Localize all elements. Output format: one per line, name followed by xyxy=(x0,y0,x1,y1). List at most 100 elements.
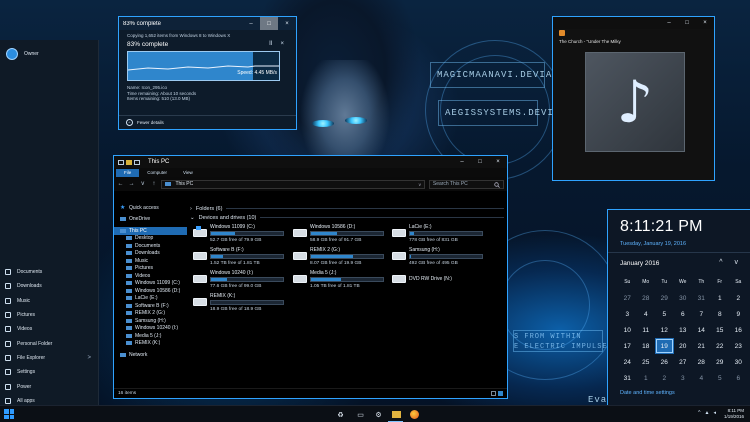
nav-item-desktop[interactable]: Desktop xyxy=(114,235,187,243)
calendar-day[interactable]: 29 xyxy=(711,354,730,370)
nav-item-remix-2-g[interactable]: REMIX 2 (G:) xyxy=(114,310,187,318)
next-month-button[interactable]: v xyxy=(735,259,739,266)
start-item-settings[interactable]: Settings xyxy=(0,365,99,379)
calendar-day[interactable]: 26 xyxy=(655,354,674,370)
tiles-view-icon[interactable] xyxy=(498,391,503,396)
player-titlebar[interactable]: – □ × xyxy=(553,17,714,29)
calendar-day[interactable]: 5 xyxy=(711,370,730,386)
nav-item-samsung-h[interactable]: Samsung (H:) xyxy=(114,317,187,325)
nav-item-documents[interactable]: Documents xyxy=(114,242,187,250)
close-button[interactable]: × xyxy=(696,17,714,30)
calendar-day[interactable]: 27 xyxy=(674,354,693,370)
maximize-button[interactable]: □ xyxy=(678,17,696,30)
calendar-day[interactable]: 10 xyxy=(618,322,637,338)
maximize-button[interactable]: □ xyxy=(471,156,489,169)
nav-item-windows-11099-c[interactable]: Windows 11099 (C:) xyxy=(114,280,187,288)
calendar-day[interactable]: 23 xyxy=(729,338,748,354)
calendar-day[interactable]: 30 xyxy=(729,354,748,370)
search-input[interactable]: Search This PC xyxy=(428,179,505,189)
drive-item[interactable]: Windows 10240 (I:) 77.6 GB free of 99.0 G… xyxy=(193,270,295,292)
user-account[interactable]: Owner xyxy=(6,48,39,60)
calendar-day[interactable]: 1 xyxy=(637,370,656,386)
calendar-day[interactable]: 27 xyxy=(618,290,637,306)
taskbar-clock[interactable]: 8:11 PM 1/19/2016 xyxy=(724,408,744,420)
up-button[interactable]: ↑ xyxy=(150,181,157,187)
start-item-downloads[interactable]: Downloads xyxy=(0,279,99,293)
calendar-day[interactable]: 29 xyxy=(655,290,674,306)
pause-button[interactable]: II xyxy=(269,41,272,48)
start-button[interactable] xyxy=(4,409,14,419)
drive-item[interactable]: REMIX (K:) 18.9 GB free of 18.9 GB xyxy=(193,293,295,315)
calendar-day[interactable]: 28 xyxy=(637,290,656,306)
calendar-day[interactable]: 3 xyxy=(618,306,637,322)
nav-item-windows-10240-i[interactable]: Windows 10240 (I:) xyxy=(114,325,187,333)
maximize-button[interactable]: □ xyxy=(260,17,278,30)
start-item-music[interactable]: Music xyxy=(0,294,99,308)
drive-item[interactable]: Windows 10586 (D:) 58.9 GB free of 91.7 G… xyxy=(293,224,395,246)
task-view-icon[interactable]: ▭ xyxy=(355,409,366,420)
minimize-button[interactable]: – xyxy=(453,156,471,169)
calendar-day[interactable]: 22 xyxy=(711,338,730,354)
tab-computer[interactable]: Computer xyxy=(139,170,175,177)
calendar-day[interactable]: 1 xyxy=(711,290,730,306)
show-hidden-icons-button[interactable]: ^ xyxy=(698,410,700,416)
calendar-day[interactable]: 17 xyxy=(618,338,637,354)
close-button[interactable]: × xyxy=(278,17,296,30)
firefox-icon[interactable] xyxy=(409,409,420,420)
calendar-day[interactable]: 12 xyxy=(655,322,674,338)
nav-item-windows-10586-d[interactable]: Windows 10586 (D:) xyxy=(114,287,187,295)
calendar-day[interactable]: 2 xyxy=(655,370,674,386)
clock-date[interactable]: Tuesday, January 19, 2016 xyxy=(620,241,686,247)
chevron-right-icon[interactable]: > xyxy=(87,355,91,361)
nav-item-this-pc[interactable]: This PC xyxy=(114,227,187,235)
calendar-day[interactable]: 31 xyxy=(692,290,711,306)
calendar-day[interactable]: 6 xyxy=(729,370,748,386)
start-item-personal-folder[interactable]: Personal Folder xyxy=(0,336,99,350)
calendar-day[interactable]: 11 xyxy=(637,322,656,338)
nav-item-downloads[interactable]: Downloads xyxy=(114,250,187,258)
nav-item-onedrive[interactable]: OneDrive xyxy=(114,216,187,224)
calendar-day[interactable]: 31 xyxy=(618,370,637,386)
calendar-day[interactable]: 4 xyxy=(637,306,656,322)
calendar-day[interactable]: 25 xyxy=(637,354,656,370)
calendar-month[interactable]: January 2016 xyxy=(620,260,659,267)
calendar-day[interactable]: 5 xyxy=(655,306,674,322)
settings-gear-icon[interactable]: ⚙ xyxy=(373,409,384,420)
nav-item-software-b-f[interactable]: Software B (F:) xyxy=(114,302,187,310)
folders-group[interactable]: › Folders (6) xyxy=(187,204,508,213)
details-view-icon[interactable] xyxy=(491,391,496,396)
drive-item[interactable]: Samsung (H:) 492 GB free of 495 GB xyxy=(392,247,494,269)
start-item-documents[interactable]: Documents xyxy=(0,265,99,279)
tab-view[interactable]: View xyxy=(175,170,201,177)
forward-button[interactable]: → xyxy=(128,181,135,187)
calendar-day[interactable]: 7 xyxy=(692,306,711,322)
explorer-titlebar[interactable]: This PC – □ × xyxy=(114,156,507,168)
cancel-copy-button[interactable]: × xyxy=(280,41,284,48)
calendar-day[interactable]: 21 xyxy=(692,338,711,354)
fewer-details-button[interactable]: ^ Fewer details xyxy=(119,115,296,129)
file-explorer-taskbar-icon[interactable] xyxy=(391,409,402,420)
nav-item-music[interactable]: Music xyxy=(114,257,187,265)
start-item-file-explorer[interactable]: File Explorer > xyxy=(0,351,99,365)
tab-file[interactable]: File xyxy=(116,169,140,177)
drive-item[interactable]: Windows 11099 (C:) 52.7 GB free of 79.9 G… xyxy=(193,224,295,246)
recent-locations-button[interactable]: v xyxy=(139,181,146,187)
drive-item[interactable]: Media 5 (J:) 1.05 TB free of 1.81 TB xyxy=(293,270,395,292)
start-item-pictures[interactable]: Pictures xyxy=(0,308,99,322)
calendar-day[interactable]: 13 xyxy=(674,322,693,338)
nav-item-network[interactable]: Network xyxy=(114,351,187,359)
calendar-day[interactable]: 4 xyxy=(692,370,711,386)
calendar-day[interactable]: 20 xyxy=(674,338,693,354)
address-dropdown[interactable]: v xyxy=(419,182,421,187)
minimize-button[interactable]: – xyxy=(660,17,678,30)
copy-dialog-titlebar[interactable]: 83% complete – □ × xyxy=(119,17,296,30)
address-bar[interactable]: This PC v xyxy=(161,179,425,189)
calendar-day[interactable]: 8 xyxy=(711,306,730,322)
calendar-day[interactable]: 30 xyxy=(674,290,693,306)
volume-icon[interactable]: ◂ xyxy=(713,410,716,416)
network-icon[interactable]: ▲ xyxy=(705,410,710,416)
calendar-day[interactable]: 16 xyxy=(729,322,748,338)
properties-icon[interactable] xyxy=(118,159,124,165)
calendar-day[interactable]: 24 xyxy=(618,354,637,370)
calendar-day[interactable]: 2 xyxy=(729,290,748,306)
